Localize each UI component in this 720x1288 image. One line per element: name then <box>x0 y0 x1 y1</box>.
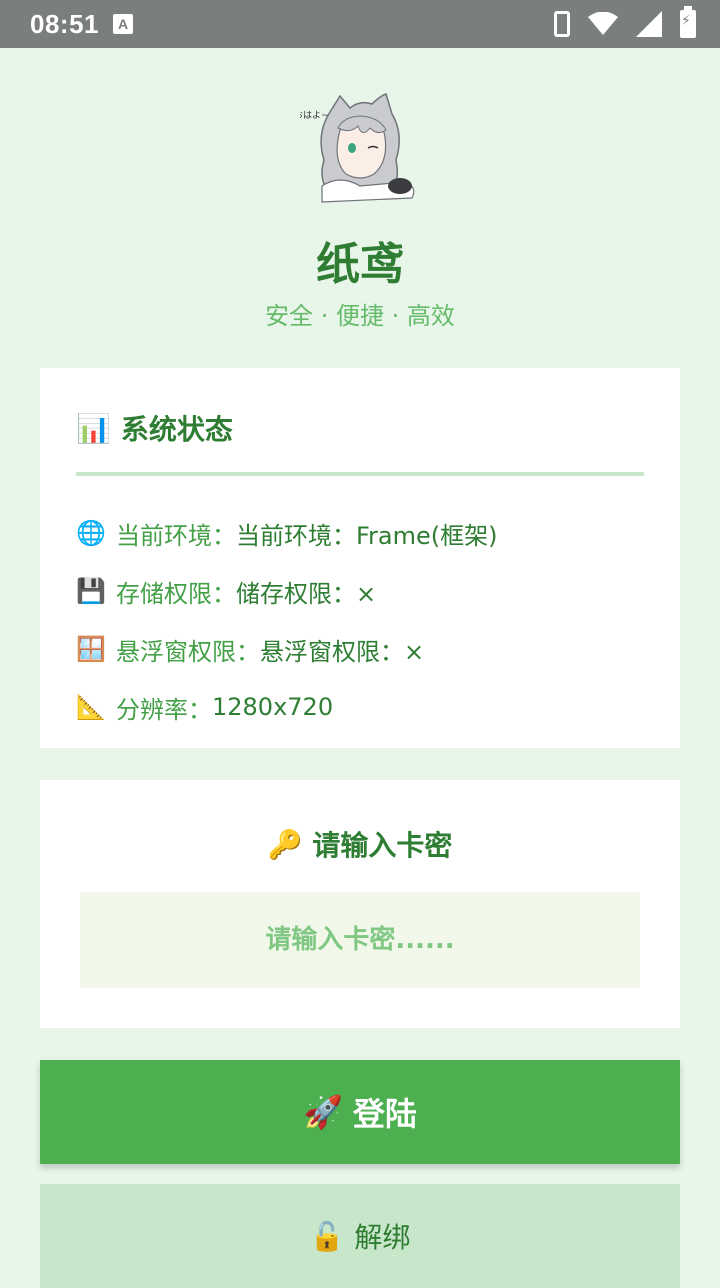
avatar: おはよ~ <box>300 93 415 203</box>
battery-charging-icon <box>680 6 696 38</box>
status-time: 08:51 <box>30 8 99 39</box>
status-label: 悬浮窗权限： <box>116 637 260 666</box>
app-subtitle: 安全 · 便捷 · 高效 <box>265 302 455 330</box>
status-icons <box>554 6 696 38</box>
chart-icon: 📊 <box>76 411 111 445</box>
status-value: 1280x720 <box>212 693 334 721</box>
key-icon: 🔑 <box>267 827 303 861</box>
status-value: 储存权限：× <box>236 579 377 608</box>
signal-icon <box>636 11 662 37</box>
wifi-icon <box>588 12 618 35</box>
status-label: 当前环境： <box>116 521 236 550</box>
status-row-storage: 💾 存储权限： 储存权限：× <box>76 562 644 620</box>
status-row-resolution: 📐 分辨率： 1280x720 <box>76 678 644 736</box>
notification-icon: A <box>113 14 133 34</box>
avatar-caption: おはよ~ <box>300 110 329 121</box>
unbind-button[interactable]: 🔓 解绑 <box>40 1184 680 1288</box>
ruler-icon: 📐 <box>76 693 106 721</box>
system-status-header: 📊 系统状态 <box>76 408 644 448</box>
login-label: 登陆 <box>352 1095 417 1133</box>
system-status-card: 📊 系统状态 🌐 当前环境： 当前环境：Frame(框架) 💾 存储权限： 储存… <box>40 368 680 748</box>
status-bar: 08:51 A <box>0 0 720 48</box>
system-status-title: 系统状态 <box>120 413 233 446</box>
rocket-icon: 🚀 <box>303 1093 343 1131</box>
unlock-icon: 🔓 <box>309 1219 345 1253</box>
globe-icon: 🌐 <box>76 519 106 547</box>
status-row-overlay: 🪟 悬浮窗权限： 悬浮窗权限：× <box>76 620 644 678</box>
divider <box>76 472 644 476</box>
status-label: 分辨率： <box>116 695 212 724</box>
vibrate-icon <box>554 11 570 37</box>
status-value: 当前环境：Frame(框架) <box>236 521 498 550</box>
app-title: 纸鸢 <box>316 239 404 290</box>
status-row-environment: 🌐 当前环境： 当前环境：Frame(框架) <box>76 504 644 562</box>
status-value: 悬浮窗权限：× <box>260 637 425 666</box>
status-label: 存储权限： <box>116 579 236 608</box>
card-key-card: 🔑 请输入卡密 <box>40 780 680 1028</box>
card-key-title: 请输入卡密 <box>312 829 453 862</box>
status-list: 🌐 当前环境： 当前环境：Frame(框架) 💾 存储权限： 储存权限：× 🪟 … <box>76 504 644 736</box>
floppy-disk-icon: 💾 <box>76 577 106 605</box>
card-key-header: 🔑 请输入卡密 <box>40 824 680 864</box>
window-icon: 🪟 <box>76 635 106 663</box>
login-button[interactable]: 🚀 登陆 <box>40 1060 680 1164</box>
unbind-label: 解绑 <box>354 1221 411 1254</box>
card-key-input[interactable] <box>80 892 640 988</box>
